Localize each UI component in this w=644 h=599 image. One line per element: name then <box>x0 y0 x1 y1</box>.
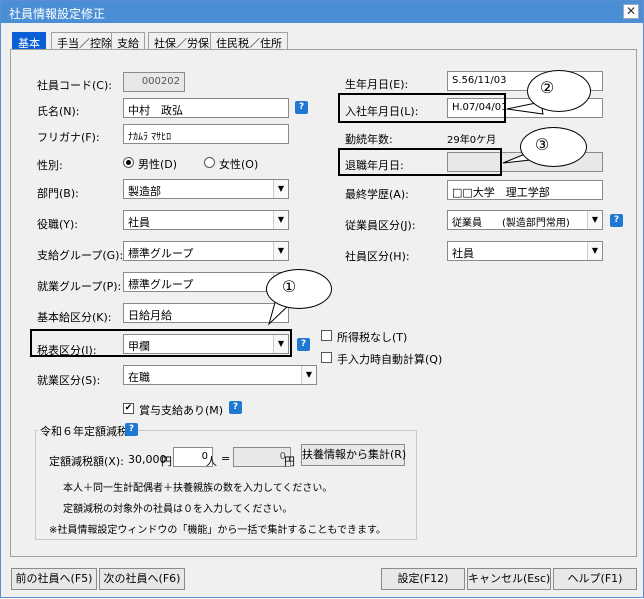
callout-bubble-one <box>266 269 332 309</box>
callout-number-one: ① <box>281 277 297 296</box>
callout-bubble-three <box>520 127 587 167</box>
callout-number-two: ② <box>539 78 555 97</box>
employee-settings-window: 社員情報設定修正 ✕ 基本 手当／控除 支給 社保／労保 住民税／住所 社員コー… <box>0 0 644 598</box>
callout-number-three: ③ <box>534 135 550 154</box>
